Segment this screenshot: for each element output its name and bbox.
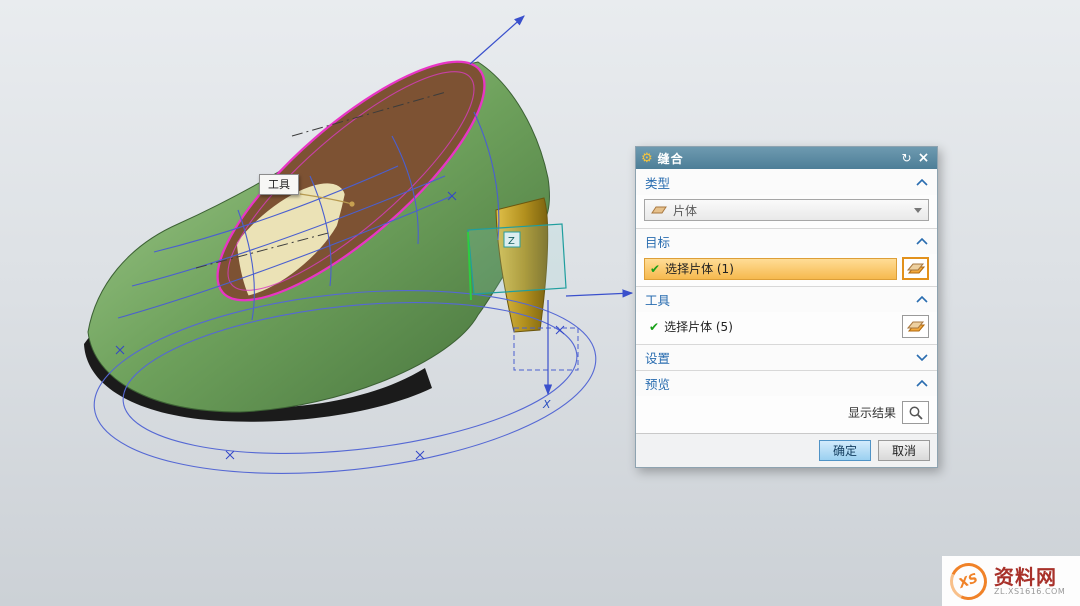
- section-header-settings[interactable]: 设置: [636, 344, 937, 370]
- datum-rect: [514, 328, 578, 370]
- section-header-preview[interactable]: 预览: [636, 370, 937, 396]
- target-select-label: 选择片体 (1): [665, 260, 734, 277]
- select-sheet-icon: [907, 320, 925, 334]
- chevron-up-icon[interactable]: [916, 179, 928, 186]
- preview-row: 显示结果: [636, 396, 937, 433]
- body-type-combobox[interactable]: 片体: [644, 199, 929, 221]
- chevron-down-icon[interactable]: [916, 354, 928, 361]
- cancel-button[interactable]: 取消: [878, 440, 930, 461]
- tool-tooltip: 工具: [259, 174, 299, 195]
- dialog-footer: 确定 取消: [636, 433, 937, 467]
- reset-icon[interactable]: ↻: [898, 147, 915, 169]
- tool-select-field[interactable]: ✔ 选择片体 (5): [644, 316, 897, 338]
- section-label-target: 目标: [645, 232, 670, 251]
- tooltip-label: 工具: [268, 178, 290, 191]
- application-window: Z X 工具 ⚙ 缝合 ↻ × 类型: [0, 0, 1080, 606]
- section-label-type: 类型: [645, 173, 670, 192]
- check-icon: ✔: [649, 320, 659, 334]
- dropdown-arrow-icon: [914, 208, 922, 213]
- chevron-up-icon[interactable]: [916, 380, 928, 387]
- check-icon: ✔: [650, 262, 660, 276]
- chevron-up-icon[interactable]: [916, 296, 928, 303]
- watermark: XS 资料网 ZL.XS1616.COM: [942, 556, 1080, 606]
- watermark-brand: 资料网: [994, 566, 1065, 588]
- target-select-field[interactable]: ✔ 选择片体 (1): [644, 258, 897, 280]
- section-label-settings: 设置: [645, 348, 670, 367]
- sheet-body-icon: [651, 204, 667, 216]
- dialog-title: 缝合: [658, 150, 898, 167]
- section-header-tool[interactable]: 工具: [636, 286, 937, 312]
- show-result-label: 显示结果: [848, 404, 896, 421]
- close-icon[interactable]: ×: [915, 147, 932, 169]
- tool-select-sheet-button[interactable]: [902, 315, 929, 338]
- select-sheet-icon: [907, 262, 925, 276]
- tool-select-row: ✔ 选择片体 (5): [636, 312, 937, 344]
- target-select-sheet-button[interactable]: [902, 257, 929, 280]
- watermark-logo-text: XS: [957, 571, 980, 592]
- tool-select-label: 选择片体 (5): [664, 318, 733, 335]
- sew-dialog: ⚙ 缝合 ↻ × 类型 片体 目标: [635, 146, 938, 468]
- shoe-model[interactable]: [84, 27, 549, 422]
- section-header-type[interactable]: 类型: [636, 169, 937, 195]
- gear-icon[interactable]: ⚙: [641, 152, 653, 165]
- section-label-tool: 工具: [645, 290, 670, 309]
- dialog-titlebar[interactable]: ⚙ 缝合 ↻ ×: [636, 147, 937, 169]
- show-result-button[interactable]: [902, 401, 929, 424]
- target-select-row: ✔ 选择片体 (1): [636, 254, 937, 286]
- watermark-logo: XS: [945, 557, 992, 604]
- svg-text:X: X: [542, 398, 551, 411]
- ok-button[interactable]: 确定: [819, 440, 871, 461]
- chevron-up-icon[interactable]: [916, 238, 928, 245]
- z-axis-label: Z: [504, 232, 520, 247]
- section-header-target[interactable]: 目标: [636, 228, 937, 254]
- svg-text:Z: Z: [508, 236, 515, 247]
- section-label-preview: 预览: [645, 374, 670, 393]
- magnifier-icon: [908, 405, 924, 421]
- watermark-subtext: ZL.XS1616.COM: [994, 588, 1065, 597]
- combo-value: 片体: [673, 202, 908, 219]
- type-section-body: 片体: [636, 195, 937, 228]
